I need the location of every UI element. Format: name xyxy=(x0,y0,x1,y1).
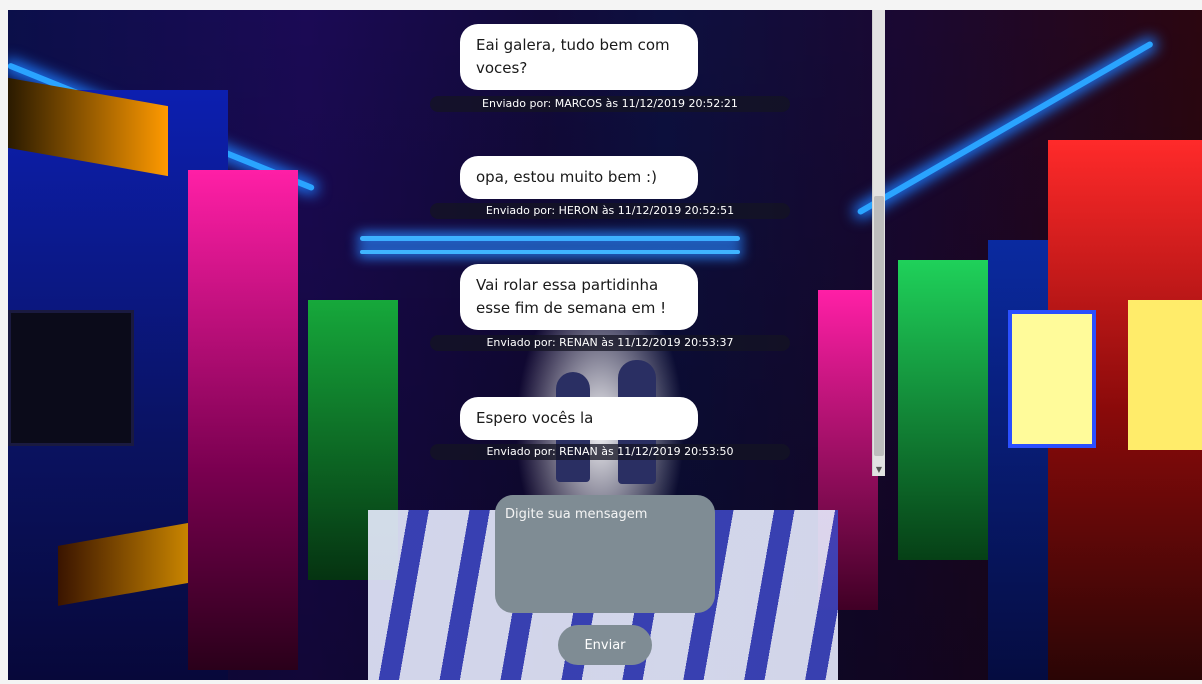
message-item: Espero vocês la xyxy=(460,397,698,440)
send-button[interactable]: Enviar xyxy=(558,625,652,665)
arcade-cabinet xyxy=(188,170,298,670)
scrollbar-thumb[interactable] xyxy=(874,196,884,456)
message-bubble: Vai rolar essa partidinha esse fim de se… xyxy=(460,264,698,330)
arcade-cabinet xyxy=(898,260,998,560)
message-bubble: Eai galera, tudo bem com voces? xyxy=(460,24,698,90)
message-meta: Enviado por: HERON às 11/12/2019 20:52:5… xyxy=(430,203,790,219)
scroll-down-arrow-icon[interactable]: ▼ xyxy=(873,464,885,476)
message-meta: Enviado por: MARCOS às 11/12/2019 20:52:… xyxy=(430,96,790,112)
message-bubble: opa, estou muito bem :) xyxy=(460,156,698,199)
message-meta: Enviado por: RENAN às 11/12/2019 20:53:3… xyxy=(430,335,790,351)
arcade-screen xyxy=(1128,300,1202,450)
message-bubble: Espero vocês la xyxy=(460,397,698,440)
message-item: Vai rolar essa partidinha esse fim de se… xyxy=(460,264,698,330)
message-item: Eai galera, tudo bem com voces? xyxy=(460,24,698,90)
message-item: opa, estou muito bem :) xyxy=(460,156,698,199)
message-input[interactable] xyxy=(495,495,715,613)
arcade-screen xyxy=(1008,310,1096,448)
chat-scrollbar[interactable]: ▼ xyxy=(872,10,885,476)
message-meta: Enviado por: RENAN às 11/12/2019 20:53:5… xyxy=(430,444,790,460)
arcade-screen xyxy=(8,310,134,446)
chat-messages[interactable]: Eai galera, tudo bem com voces? Enviado … xyxy=(420,10,885,476)
